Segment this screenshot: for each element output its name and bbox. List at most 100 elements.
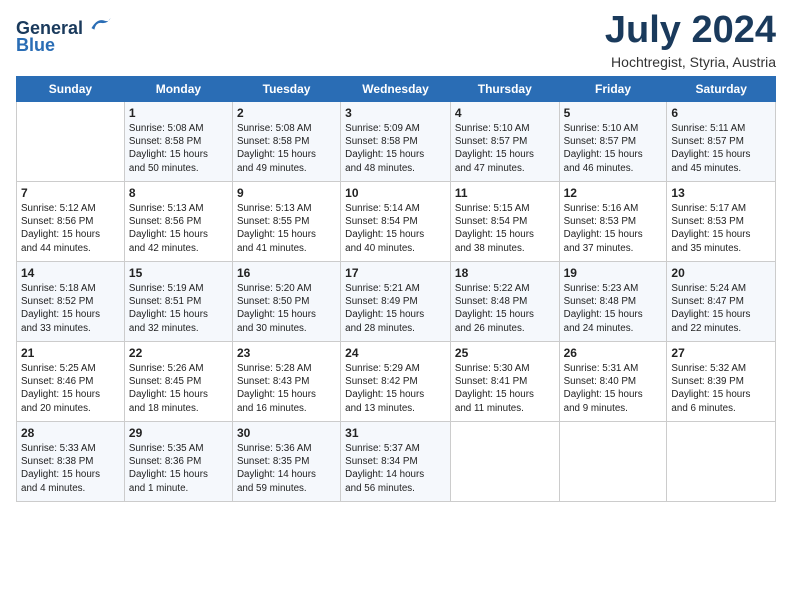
day-info: Sunrise: 5:10 AM Sunset: 8:57 PM Dayligh…: [455, 122, 555, 175]
day-number: 16: [237, 265, 336, 281]
logo-bird-icon: [90, 12, 112, 34]
day-number: 9: [237, 185, 336, 201]
day-cell: 6Sunrise: 5:11 AM Sunset: 8:57 PM Daylig…: [667, 101, 776, 181]
day-cell: 17Sunrise: 5:21 AM Sunset: 8:49 PM Dayli…: [341, 261, 451, 341]
day-info: Sunrise: 5:21 AM Sunset: 8:49 PM Dayligh…: [345, 282, 446, 335]
day-cell: 15Sunrise: 5:19 AM Sunset: 8:51 PM Dayli…: [124, 261, 232, 341]
day-number: 20: [671, 265, 771, 281]
day-cell: 16Sunrise: 5:20 AM Sunset: 8:50 PM Dayli…: [232, 261, 340, 341]
day-info: Sunrise: 5:23 AM Sunset: 8:48 PM Dayligh…: [564, 282, 663, 335]
day-cell: 7Sunrise: 5:12 AM Sunset: 8:56 PM Daylig…: [17, 181, 125, 261]
day-info: Sunrise: 5:20 AM Sunset: 8:50 PM Dayligh…: [237, 282, 336, 335]
day-cell: 26Sunrise: 5:31 AM Sunset: 8:40 PM Dayli…: [559, 341, 667, 421]
day-cell: 27Sunrise: 5:32 AM Sunset: 8:39 PM Dayli…: [667, 341, 776, 421]
day-number: 21: [21, 345, 120, 361]
day-info: Sunrise: 5:15 AM Sunset: 8:54 PM Dayligh…: [455, 202, 555, 255]
day-cell: 3Sunrise: 5:09 AM Sunset: 8:58 PM Daylig…: [341, 101, 451, 181]
day-number: 17: [345, 265, 446, 281]
day-number: 13: [671, 185, 771, 201]
day-cell: 10Sunrise: 5:14 AM Sunset: 8:54 PM Dayli…: [341, 181, 451, 261]
day-cell: [450, 421, 559, 501]
day-info: Sunrise: 5:08 AM Sunset: 8:58 PM Dayligh…: [129, 122, 228, 175]
day-number: 15: [129, 265, 228, 281]
day-cell: 31Sunrise: 5:37 AM Sunset: 8:34 PM Dayli…: [341, 421, 451, 501]
day-info: Sunrise: 5:24 AM Sunset: 8:47 PM Dayligh…: [671, 282, 771, 335]
col-header-sunday: Sunday: [17, 76, 125, 101]
calendar-table: SundayMondayTuesdayWednesdayThursdayFrid…: [16, 76, 776, 502]
day-info: Sunrise: 5:32 AM Sunset: 8:39 PM Dayligh…: [671, 362, 771, 415]
day-cell: 23Sunrise: 5:28 AM Sunset: 8:43 PM Dayli…: [232, 341, 340, 421]
day-info: Sunrise: 5:09 AM Sunset: 8:58 PM Dayligh…: [345, 122, 446, 175]
day-info: Sunrise: 5:28 AM Sunset: 8:43 PM Dayligh…: [237, 362, 336, 415]
day-number: 26: [564, 345, 663, 361]
week-row-2: 7Sunrise: 5:12 AM Sunset: 8:56 PM Daylig…: [17, 181, 776, 261]
day-number: 5: [564, 105, 663, 121]
day-info: Sunrise: 5:13 AM Sunset: 8:56 PM Dayligh…: [129, 202, 228, 255]
header: General Blue July 2024 Hochtregist, Styr…: [16, 10, 776, 70]
day-info: Sunrise: 5:30 AM Sunset: 8:41 PM Dayligh…: [455, 362, 555, 415]
day-cell: [559, 421, 667, 501]
day-info: Sunrise: 5:13 AM Sunset: 8:55 PM Dayligh…: [237, 202, 336, 255]
header-row: SundayMondayTuesdayWednesdayThursdayFrid…: [17, 76, 776, 101]
day-info: Sunrise: 5:37 AM Sunset: 8:34 PM Dayligh…: [345, 442, 446, 495]
day-info: Sunrise: 5:26 AM Sunset: 8:45 PM Dayligh…: [129, 362, 228, 415]
day-number: 19: [564, 265, 663, 281]
col-header-saturday: Saturday: [667, 76, 776, 101]
day-cell: 14Sunrise: 5:18 AM Sunset: 8:52 PM Dayli…: [17, 261, 125, 341]
col-header-wednesday: Wednesday: [341, 76, 451, 101]
day-info: Sunrise: 5:16 AM Sunset: 8:53 PM Dayligh…: [564, 202, 663, 255]
day-cell: [17, 101, 125, 181]
main-container: General Blue July 2024 Hochtregist, Styr…: [0, 0, 792, 512]
week-row-3: 14Sunrise: 5:18 AM Sunset: 8:52 PM Dayli…: [17, 261, 776, 341]
day-number: 23: [237, 345, 336, 361]
day-cell: 11Sunrise: 5:15 AM Sunset: 8:54 PM Dayli…: [450, 181, 559, 261]
day-cell: 12Sunrise: 5:16 AM Sunset: 8:53 PM Dayli…: [559, 181, 667, 261]
day-info: Sunrise: 5:29 AM Sunset: 8:42 PM Dayligh…: [345, 362, 446, 415]
day-cell: 22Sunrise: 5:26 AM Sunset: 8:45 PM Dayli…: [124, 341, 232, 421]
day-number: 14: [21, 265, 120, 281]
day-info: Sunrise: 5:31 AM Sunset: 8:40 PM Dayligh…: [564, 362, 663, 415]
day-cell: 8Sunrise: 5:13 AM Sunset: 8:56 PM Daylig…: [124, 181, 232, 261]
day-cell: 9Sunrise: 5:13 AM Sunset: 8:55 PM Daylig…: [232, 181, 340, 261]
day-info: Sunrise: 5:10 AM Sunset: 8:57 PM Dayligh…: [564, 122, 663, 175]
logo: General Blue: [16, 14, 112, 56]
day-info: Sunrise: 5:33 AM Sunset: 8:38 PM Dayligh…: [21, 442, 120, 495]
day-cell: 1Sunrise: 5:08 AM Sunset: 8:58 PM Daylig…: [124, 101, 232, 181]
day-info: Sunrise: 5:12 AM Sunset: 8:56 PM Dayligh…: [21, 202, 120, 255]
day-number: 8: [129, 185, 228, 201]
week-row-5: 28Sunrise: 5:33 AM Sunset: 8:38 PM Dayli…: [17, 421, 776, 501]
col-header-thursday: Thursday: [450, 76, 559, 101]
day-cell: 20Sunrise: 5:24 AM Sunset: 8:47 PM Dayli…: [667, 261, 776, 341]
day-number: 6: [671, 105, 771, 121]
week-row-1: 1Sunrise: 5:08 AM Sunset: 8:58 PM Daylig…: [17, 101, 776, 181]
day-number: 3: [345, 105, 446, 121]
day-number: 22: [129, 345, 228, 361]
day-cell: 30Sunrise: 5:36 AM Sunset: 8:35 PM Dayli…: [232, 421, 340, 501]
col-header-tuesday: Tuesday: [232, 76, 340, 101]
day-number: 10: [345, 185, 446, 201]
day-info: Sunrise: 5:18 AM Sunset: 8:52 PM Dayligh…: [21, 282, 120, 335]
day-number: 4: [455, 105, 555, 121]
day-number: 31: [345, 425, 446, 441]
day-cell: 18Sunrise: 5:22 AM Sunset: 8:48 PM Dayli…: [450, 261, 559, 341]
week-row-4: 21Sunrise: 5:25 AM Sunset: 8:46 PM Dayli…: [17, 341, 776, 421]
day-info: Sunrise: 5:35 AM Sunset: 8:36 PM Dayligh…: [129, 442, 228, 495]
location-subtitle: Hochtregist, Styria, Austria: [605, 54, 776, 70]
day-cell: 28Sunrise: 5:33 AM Sunset: 8:38 PM Dayli…: [17, 421, 125, 501]
day-info: Sunrise: 5:11 AM Sunset: 8:57 PM Dayligh…: [671, 122, 771, 175]
day-cell: 29Sunrise: 5:35 AM Sunset: 8:36 PM Dayli…: [124, 421, 232, 501]
day-cell: 24Sunrise: 5:29 AM Sunset: 8:42 PM Dayli…: [341, 341, 451, 421]
day-number: 28: [21, 425, 120, 441]
day-info: Sunrise: 5:17 AM Sunset: 8:53 PM Dayligh…: [671, 202, 771, 255]
day-number: 29: [129, 425, 228, 441]
day-number: 11: [455, 185, 555, 201]
col-header-friday: Friday: [559, 76, 667, 101]
day-cell: 21Sunrise: 5:25 AM Sunset: 8:46 PM Dayli…: [17, 341, 125, 421]
day-number: 7: [21, 185, 120, 201]
month-title: July 2024: [605, 10, 776, 52]
day-info: Sunrise: 5:19 AM Sunset: 8:51 PM Dayligh…: [129, 282, 228, 335]
day-info: Sunrise: 5:36 AM Sunset: 8:35 PM Dayligh…: [237, 442, 336, 495]
day-info: Sunrise: 5:08 AM Sunset: 8:58 PM Dayligh…: [237, 122, 336, 175]
day-cell: 19Sunrise: 5:23 AM Sunset: 8:48 PM Dayli…: [559, 261, 667, 341]
day-cell: 5Sunrise: 5:10 AM Sunset: 8:57 PM Daylig…: [559, 101, 667, 181]
